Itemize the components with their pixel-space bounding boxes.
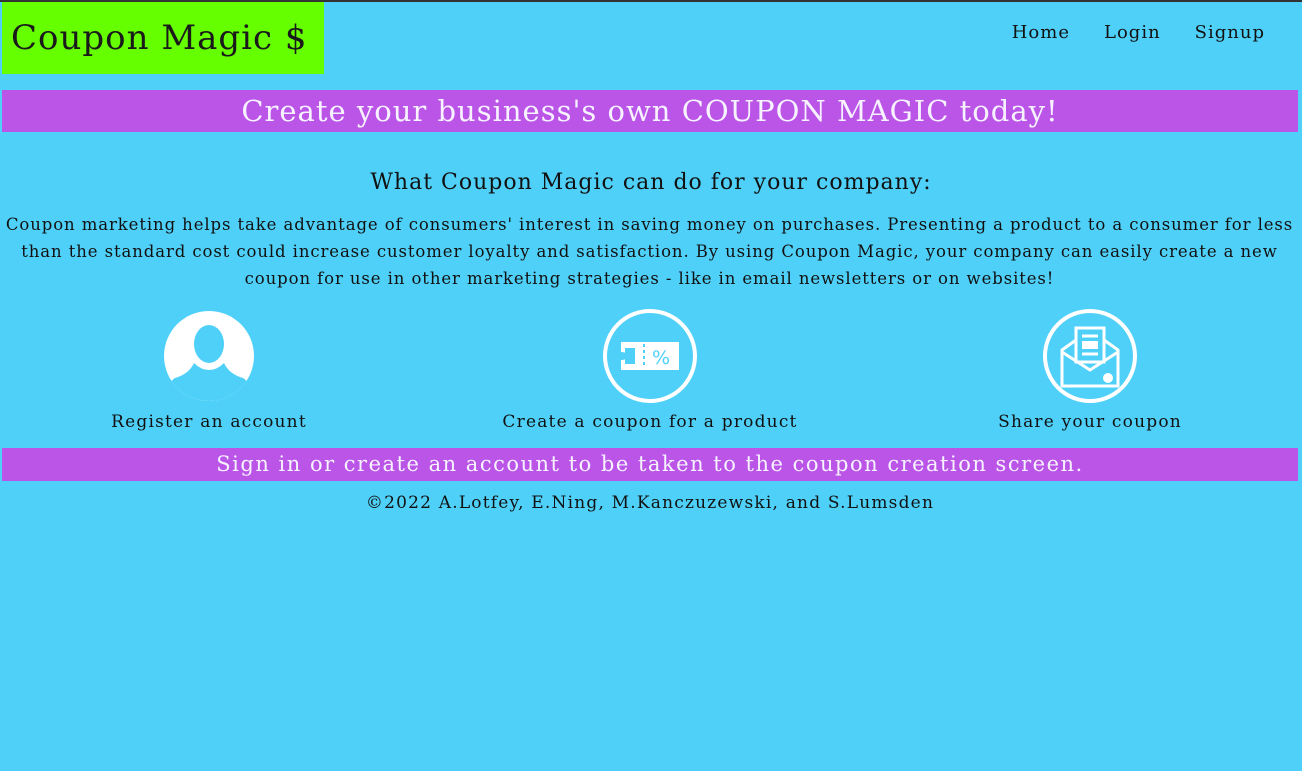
site-logo[interactable]: Coupon Magic $ <box>2 2 324 74</box>
envelope-icon <box>1043 309 1137 403</box>
section-title: What Coupon Magic can do for your compan… <box>370 170 932 195</box>
nav-signup-link[interactable]: Signup <box>1195 22 1265 43</box>
feature-share-label: Share your coupon <box>998 412 1182 432</box>
nav-login-link[interactable]: Login <box>1104 22 1161 43</box>
nav-home-link[interactable]: Home <box>1012 22 1070 43</box>
coupon-icon: % <box>603 309 697 403</box>
feature-share: Share your coupon <box>890 308 1290 432</box>
intro-paragraph: Coupon marketing helps take advantage of… <box>5 215 1294 288</box>
site-header: Coupon Magic $ Home Login Signup <box>0 2 1302 74</box>
main-nav: Home Login Signup <box>1012 22 1265 43</box>
feature-register: Register an account <box>9 308 409 432</box>
signin-banner: Sign in or create an account to be taken… <box>2 448 1298 481</box>
feature-create-coupon-label: Create a coupon for a product <box>502 412 798 432</box>
feature-register-label: Register an account <box>111 412 307 432</box>
user-icon <box>164 311 254 401</box>
svg-text:%: % <box>652 347 670 369</box>
copyright-footer: ©2022 A.Lotfey, E.Ning, M.Kanczuzewski, … <box>365 493 935 513</box>
feature-create-coupon: % Create a coupon for a product <box>450 308 850 432</box>
hero-banner: Create your business's own COUPON MAGIC … <box>2 90 1298 132</box>
